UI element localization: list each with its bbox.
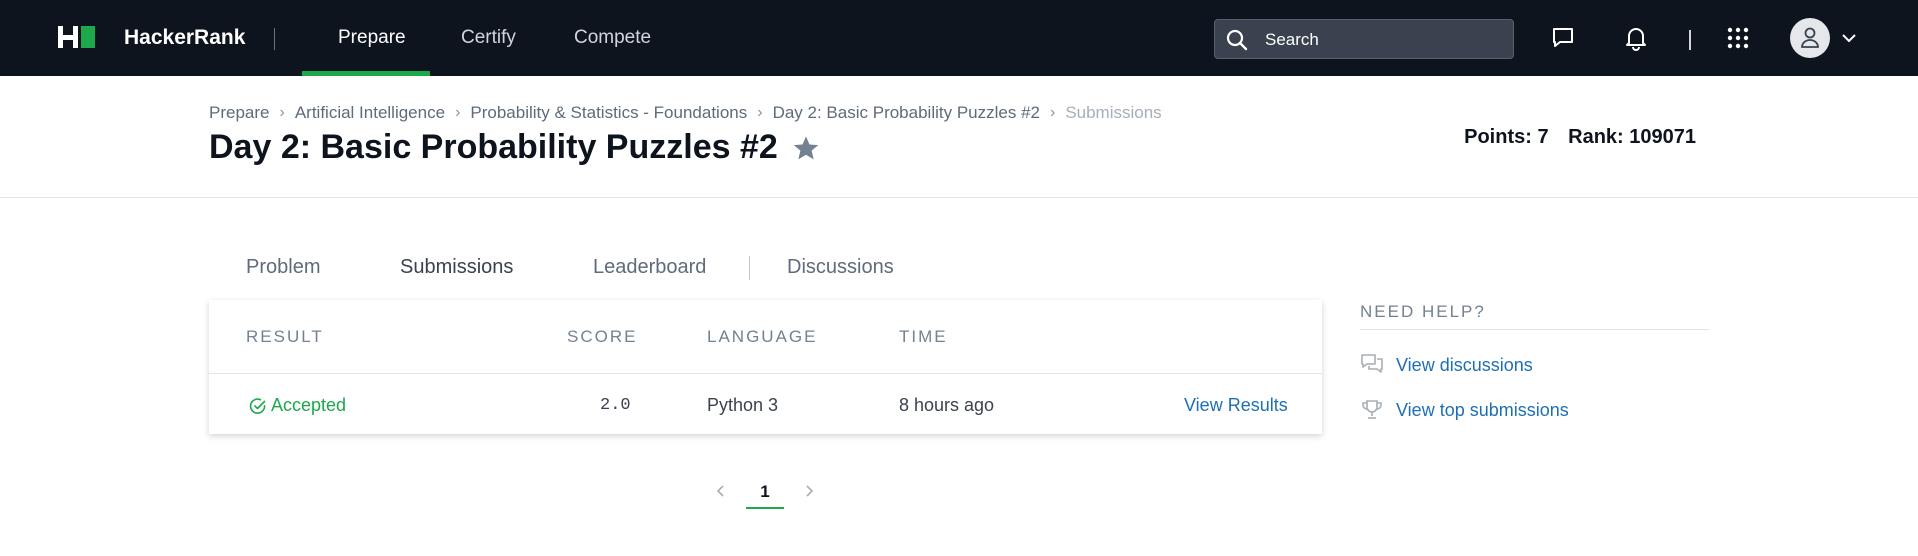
search-input[interactable]: Search [1214, 19, 1514, 59]
chevron-right-icon: › [279, 104, 285, 121]
user-stats: Points: 7 Rank: 109071 [1464, 126, 1696, 149]
top-navbar: HackerRank Prepare Certify Compete Searc… [0, 0, 1918, 76]
time-value: 8 hours ago [899, 395, 995, 415]
chevron-right-icon: › [757, 104, 763, 121]
tab-problem[interactable]: Problem [246, 256, 320, 279]
messages-icon[interactable] [1550, 24, 1576, 50]
submissions-table: RESULT SCORE LANGUAGE TIME Accepted 2.0 … [209, 300, 1322, 434]
column-header-score: SCORE [567, 327, 638, 346]
breadcrumb: Prepare › Artificial Intelligence › Prob… [209, 103, 1162, 123]
language-value: Python 3 [707, 395, 779, 415]
view-top-submissions-link[interactable]: View top submissions [1396, 400, 1569, 421]
tab-divider [749, 256, 750, 280]
apps-grid-icon[interactable] [1726, 26, 1750, 50]
pagination-next-icon[interactable] [801, 482, 817, 500]
avatar[interactable] [1790, 18, 1830, 58]
breadcrumb-current: Submissions [1065, 103, 1162, 122]
breadcrumb-item-challenge[interactable]: Day 2: Basic Probability Puzzles #2 [773, 103, 1040, 123]
search-placeholder: Search [1265, 30, 1319, 49]
column-header-language: LANGUAGE [707, 327, 818, 346]
view-discussions-link[interactable]: View discussions [1396, 355, 1533, 376]
avatar-icon [1801, 27, 1819, 48]
rank-label: Rank: 109071 [1568, 126, 1696, 148]
nav-link-compete[interactable]: Compete [574, 27, 651, 49]
header-divider [1689, 30, 1691, 50]
nav-link-certify[interactable]: Certify [461, 27, 516, 49]
notifications-icon[interactable] [1623, 24, 1649, 52]
page-header: Prepare › Artificial Intelligence › Prob… [0, 76, 1918, 198]
breadcrumb-item-prepare[interactable]: Prepare [209, 103, 269, 123]
table-row-result: Accepted [249, 395, 346, 416]
page-title-text: Day 2: Basic Probability Puzzles #2 [209, 128, 778, 166]
tab-leaderboard[interactable]: Leaderboard [593, 256, 706, 279]
chevron-right-icon: › [1049, 104, 1056, 121]
breadcrumb-item-prob-stats[interactable]: Probability & Statistics - Foundations [470, 103, 747, 123]
table-divider [209, 373, 1322, 374]
column-header-result: RESULT [246, 327, 324, 346]
trophy-icon [1362, 400, 1382, 419]
chevron-right-icon: › [455, 104, 461, 121]
column-header-time: TIME [899, 327, 948, 346]
logo-square-mark [81, 26, 95, 48]
page-title: Day 2: Basic Probability Puzzles #2 [209, 128, 820, 167]
pagination-page-1[interactable]: 1 [746, 482, 784, 502]
pagination-prev-icon[interactable] [713, 482, 729, 500]
score-value: 2.0 [600, 396, 631, 415]
points-label: Points: 7 [1464, 126, 1549, 148]
view-results-link[interactable]: View Results [1184, 395, 1288, 416]
hackerrank-logo[interactable] [58, 26, 95, 48]
tab-discussions[interactable]: Discussions [787, 256, 894, 279]
breadcrumb-item-ai[interactable]: Artificial Intelligence [295, 103, 445, 123]
tab-submissions[interactable]: Submissions [400, 256, 513, 279]
discussions-icon [1361, 354, 1383, 373]
search-icon [1226, 29, 1248, 51]
need-help-heading: NEED HELP? [1360, 302, 1486, 321]
nav-divider [274, 28, 275, 50]
logo-h-mark [58, 26, 78, 48]
help-divider [1360, 329, 1709, 330]
star-icon[interactable] [792, 134, 820, 162]
result-status: Accepted [271, 395, 347, 415]
pagination-active-indicator [746, 507, 784, 509]
chevron-down-icon[interactable] [1840, 29, 1858, 47]
check-circle-icon [249, 397, 266, 414]
brand-name[interactable]: HackerRank [124, 26, 245, 50]
nav-link-prepare[interactable]: Prepare [338, 27, 406, 49]
